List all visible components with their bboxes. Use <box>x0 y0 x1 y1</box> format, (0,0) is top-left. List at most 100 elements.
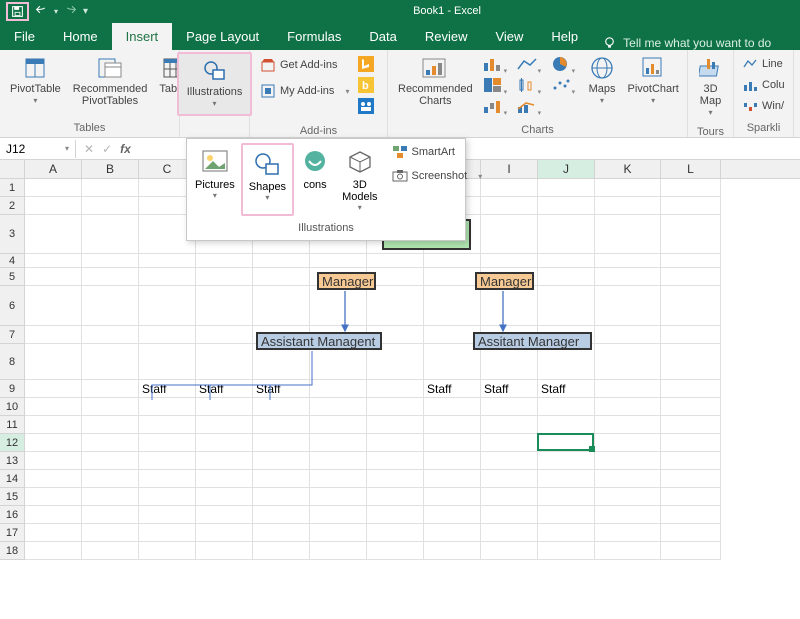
cell-I13[interactable] <box>481 452 538 470</box>
cell-I6[interactable] <box>481 286 538 326</box>
cell-D13[interactable] <box>196 452 253 470</box>
column-header-B[interactable]: B <box>82 160 139 178</box>
cell-G4[interactable] <box>367 254 424 268</box>
cell-J1[interactable] <box>538 179 595 197</box>
recommended-charts-button[interactable]: Recommended Charts <box>392 52 479 110</box>
org-manager1-box[interactable]: Manager <box>317 272 376 290</box>
cell-D6[interactable] <box>196 286 253 326</box>
cell-L3[interactable] <box>661 215 721 254</box>
cell-I14[interactable] <box>481 470 538 488</box>
cell-L12[interactable] <box>661 434 721 452</box>
cell-C4[interactable] <box>139 254 196 268</box>
cell-J13[interactable] <box>538 452 595 470</box>
tab-page-layout[interactable]: Page Layout <box>172 23 273 50</box>
cell-A6[interactable] <box>25 286 82 326</box>
treemap-chart-icon[interactable]: ▾ <box>482 76 512 96</box>
cell-A13[interactable] <box>25 452 82 470</box>
cell-E9[interactable]: Staff <box>253 380 310 398</box>
customize-qat-icon[interactable]: ▾ <box>83 6 88 17</box>
cell-F16[interactable] <box>310 506 367 524</box>
cell-E18[interactable] <box>253 542 310 560</box>
cell-H12[interactable] <box>424 434 481 452</box>
cell-L15[interactable] <box>661 488 721 506</box>
cell-L4[interactable] <box>661 254 721 268</box>
cell-L14[interactable] <box>661 470 721 488</box>
cell-J15[interactable] <box>538 488 595 506</box>
cell-D5[interactable] <box>196 268 253 286</box>
cell-K15[interactable] <box>595 488 661 506</box>
cell-G6[interactable] <box>367 286 424 326</box>
cell-E11[interactable] <box>253 416 310 434</box>
cell-E6[interactable] <box>253 286 310 326</box>
cell-J12[interactable] <box>538 434 595 452</box>
cell-I3[interactable] <box>481 215 538 254</box>
cell-B14[interactable] <box>82 470 139 488</box>
get-addins-button[interactable]: Get Add-ins <box>258 56 352 74</box>
my-addins-button[interactable]: My Add-ins ▾ <box>258 82 352 100</box>
cell-F15[interactable] <box>310 488 367 506</box>
cell-B16[interactable] <box>82 506 139 524</box>
cell-C10[interactable] <box>139 398 196 416</box>
cell-H9[interactable]: Staff <box>424 380 481 398</box>
cell-K13[interactable] <box>595 452 661 470</box>
cell-G11[interactable] <box>367 416 424 434</box>
cell-J9[interactable]: Staff <box>538 380 595 398</box>
3d-models-button[interactable]: 3D Models▾ <box>336 143 383 216</box>
cell-A8[interactable] <box>25 344 82 380</box>
pivotchart-button[interactable]: PivotChart▾ <box>622 52 685 110</box>
3d-map-button[interactable]: 3D Map▾ <box>693 52 729 122</box>
cell-G9[interactable] <box>367 380 424 398</box>
row-header-6[interactable]: 6 <box>0 286 25 326</box>
cell-C5[interactable] <box>139 268 196 286</box>
column-header-A[interactable]: A <box>25 160 82 178</box>
cell-H14[interactable] <box>424 470 481 488</box>
cell-D15[interactable] <box>196 488 253 506</box>
cell-G15[interactable] <box>367 488 424 506</box>
cell-I10[interactable] <box>481 398 538 416</box>
row-header-17[interactable]: 17 <box>0 524 25 542</box>
cell-F17[interactable] <box>310 524 367 542</box>
cell-D10[interactable] <box>196 398 253 416</box>
cell-B6[interactable] <box>82 286 139 326</box>
cell-J16[interactable] <box>538 506 595 524</box>
cell-H10[interactable] <box>424 398 481 416</box>
cell-B4[interactable] <box>82 254 139 268</box>
cell-C6[interactable] <box>139 286 196 326</box>
cell-L13[interactable] <box>661 452 721 470</box>
row-header-12[interactable]: 12 <box>0 434 25 452</box>
cell-G16[interactable] <box>367 506 424 524</box>
cell-E15[interactable] <box>253 488 310 506</box>
row-header-8[interactable]: 8 <box>0 344 25 380</box>
cell-E17[interactable] <box>253 524 310 542</box>
org-asstmgr2-box[interactable]: Assitant Manager <box>473 332 592 350</box>
org-manager2-box[interactable]: Manager <box>475 272 534 290</box>
cell-K10[interactable] <box>595 398 661 416</box>
column-header-I[interactable]: I <box>481 160 538 178</box>
cell-D18[interactable] <box>196 542 253 560</box>
cell-K1[interactable] <box>595 179 661 197</box>
qat-dropdown-icon[interactable]: ▾ <box>54 7 58 16</box>
cell-B8[interactable] <box>82 344 139 380</box>
column-header-L[interactable]: L <box>661 160 721 178</box>
cell-A12[interactable] <box>25 434 82 452</box>
cell-J6[interactable] <box>538 286 595 326</box>
cell-G12[interactable] <box>367 434 424 452</box>
people-graph-icon[interactable] <box>358 98 374 117</box>
scatter-chart-icon[interactable]: ▾ <box>550 76 580 96</box>
cell-K11[interactable] <box>595 416 661 434</box>
cell-D17[interactable] <box>196 524 253 542</box>
cell-A18[interactable] <box>25 542 82 560</box>
cell-C16[interactable] <box>139 506 196 524</box>
cell-L10[interactable] <box>661 398 721 416</box>
cell-D4[interactable] <box>196 254 253 268</box>
cell-C13[interactable] <box>139 452 196 470</box>
sparkline-line-button[interactable]: Line <box>740 55 787 73</box>
cell-K7[interactable] <box>595 326 661 344</box>
cell-D11[interactable] <box>196 416 253 434</box>
cell-J3[interactable] <box>538 215 595 254</box>
cell-F4[interactable] <box>310 254 367 268</box>
cell-A10[interactable] <box>25 398 82 416</box>
recommended-pivottables-button[interactable]: Recommended PivotTables <box>67 52 154 110</box>
cell-I4[interactable] <box>481 254 538 268</box>
cell-A15[interactable] <box>25 488 82 506</box>
